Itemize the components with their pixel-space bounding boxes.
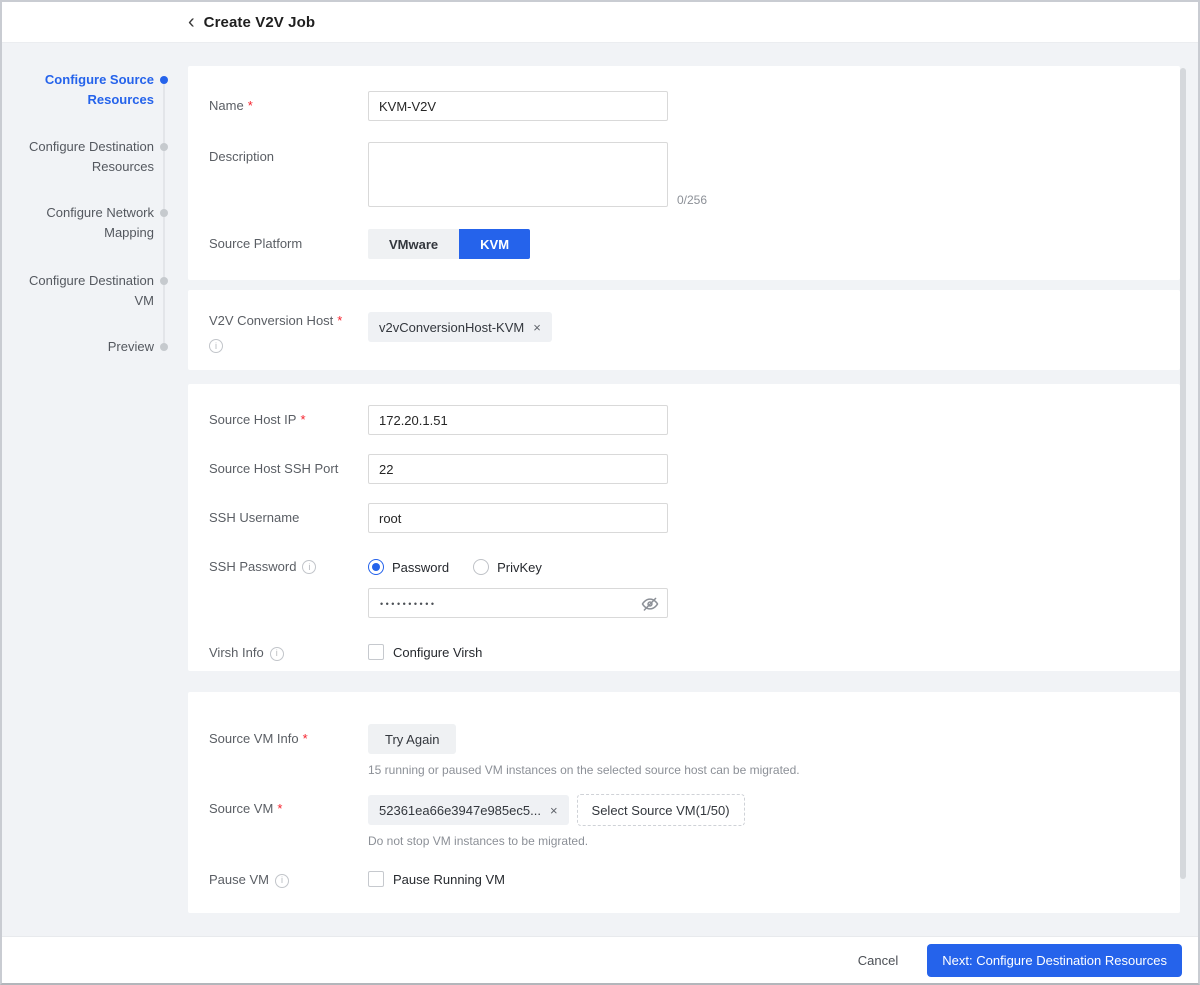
virsh-info-label: Virsh Infoi [209, 644, 368, 661]
source-vm-tag: 52361ea66e3947e985ec5... × [368, 795, 569, 825]
info-icon[interactable]: i [275, 874, 289, 888]
step-configure-network-mapping[interactable]: Configure Network Mapping [2, 203, 188, 243]
conversion-host-label: V2V Conversion Host* i [209, 309, 368, 356]
description-input[interactable] [368, 142, 668, 207]
basic-info-card: Name* Description 0/256 Source Platform … [188, 66, 1180, 280]
pause-running-vm-label: Pause Running VM [393, 871, 505, 888]
source-vm-card: Source VM Info* Try Again 15 running or … [188, 692, 1180, 913]
conversion-host-card: V2V Conversion Host* i v2vConversionHost… [188, 290, 1180, 370]
step-configure-destination-vm[interactable]: Configure Destination VM [2, 271, 188, 311]
info-icon[interactable]: i [209, 339, 223, 353]
step-dot-icon [160, 209, 168, 217]
step-configure-source-resources[interactable]: Configure Source Resources [2, 70, 188, 110]
privkey-radio-label: PrivKey [497, 560, 542, 575]
source-vm-group: 52361ea66e3947e985ec5... × Select Source… [368, 794, 745, 848]
pause-running-vm-checkbox[interactable] [368, 871, 384, 887]
step-label: Configure Network Mapping [12, 203, 154, 243]
conversion-host-tag: v2vConversionHost-KVM × [368, 312, 552, 342]
source-platform-toggle: VMware KVM [368, 229, 530, 259]
source-vm-info-hint: 15 running or paused VM instances on the… [368, 763, 800, 777]
required-mark: * [303, 731, 308, 746]
required-mark: * [277, 801, 282, 816]
platform-vmware-button[interactable]: VMware [368, 229, 459, 259]
step-configure-destination-resources[interactable]: Configure Destination Resources [2, 137, 188, 177]
step-label: Preview [108, 337, 154, 357]
step-label: Configure Destination VM [12, 271, 154, 311]
source-vm-info-group: Try Again 15 running or paused VM instan… [368, 724, 800, 777]
required-mark: * [300, 412, 305, 427]
info-icon[interactable]: i [302, 560, 316, 574]
source-host-ip-label: Source Host IP* [209, 405, 368, 435]
wizard-sidebar: Configure Source Resources Configure Des… [2, 43, 188, 938]
info-icon[interactable]: i [270, 647, 284, 661]
tag-text: 52361ea66e3947e985ec5... [379, 803, 541, 818]
step-label: Configure Destination Resources [12, 137, 154, 177]
step-dot-icon [160, 143, 168, 151]
name-input[interactable] [368, 91, 668, 121]
password-radio-label: Password [392, 560, 449, 575]
step-label: Configure Source Resources [12, 70, 154, 110]
auth-type-radios: Password PrivKey [368, 557, 668, 577]
remove-tag-icon[interactable]: × [533, 321, 541, 334]
char-counter: 0/256 [677, 193, 707, 207]
ssh-password-label: SSH Passwordi [209, 552, 368, 577]
source-platform-label: Source Platform [209, 229, 368, 259]
step-dot-icon [160, 343, 168, 351]
ssh-username-input[interactable] [368, 503, 668, 533]
select-source-vm-button[interactable]: Select Source VM(1/50) [577, 794, 745, 826]
ssh-password-group: Password PrivKey •••••••••• [368, 552, 668, 618]
description-label: Description [209, 142, 368, 167]
password-radio[interactable] [368, 559, 384, 575]
source-host-card: Source Host IP* Source Host SSH Port SSH… [188, 384, 1180, 671]
page-body: Configure Source Resources Configure Des… [2, 43, 1198, 938]
pause-vm-label: Pause VMi [209, 871, 368, 888]
privkey-radio[interactable] [473, 559, 489, 575]
step-preview[interactable]: Preview [2, 337, 188, 357]
source-host-ip-input[interactable] [368, 405, 668, 435]
remove-tag-icon[interactable]: × [550, 804, 558, 817]
back-icon[interactable]: ‹ [188, 13, 195, 31]
try-again-button[interactable]: Try Again [368, 724, 456, 754]
create-v2v-job-window: ‹ Create V2V Job Configure Source Resour… [0, 0, 1200, 985]
wizard-footer: Cancel Next: Configure Destination Resou… [2, 936, 1198, 983]
toggle-password-visibility-icon[interactable] [641, 595, 659, 613]
scrollbar-thumb[interactable] [1180, 68, 1186, 879]
cancel-button[interactable]: Cancel [858, 953, 898, 968]
step-dot-icon [160, 277, 168, 285]
ssh-port-label: Source Host SSH Port [209, 454, 368, 484]
tag-text: v2vConversionHost-KVM [379, 320, 524, 335]
required-mark: * [248, 98, 253, 113]
configure-virsh-label: Configure Virsh [393, 644, 482, 661]
platform-kvm-button[interactable]: KVM [459, 229, 530, 259]
source-vm-info-label: Source VM Info* [209, 724, 368, 754]
page-header: ‹ Create V2V Job [2, 2, 1198, 43]
required-mark: * [337, 313, 342, 328]
source-vm-hint: Do not stop VM instances to be migrated. [368, 834, 745, 848]
password-masked-value: •••••••••• [380, 597, 437, 609]
next-button[interactable]: Next: Configure Destination Resources [927, 944, 1182, 977]
password-input[interactable]: •••••••••• [368, 588, 668, 618]
page-title: Create V2V Job [204, 14, 315, 31]
name-label: Name* [209, 91, 368, 121]
step-dot-icon [160, 76, 168, 84]
ssh-username-label: SSH Username [209, 503, 368, 533]
ssh-port-input[interactable] [368, 454, 668, 484]
source-vm-label: Source VM* [209, 794, 368, 824]
configure-virsh-checkbox[interactable] [368, 644, 384, 660]
